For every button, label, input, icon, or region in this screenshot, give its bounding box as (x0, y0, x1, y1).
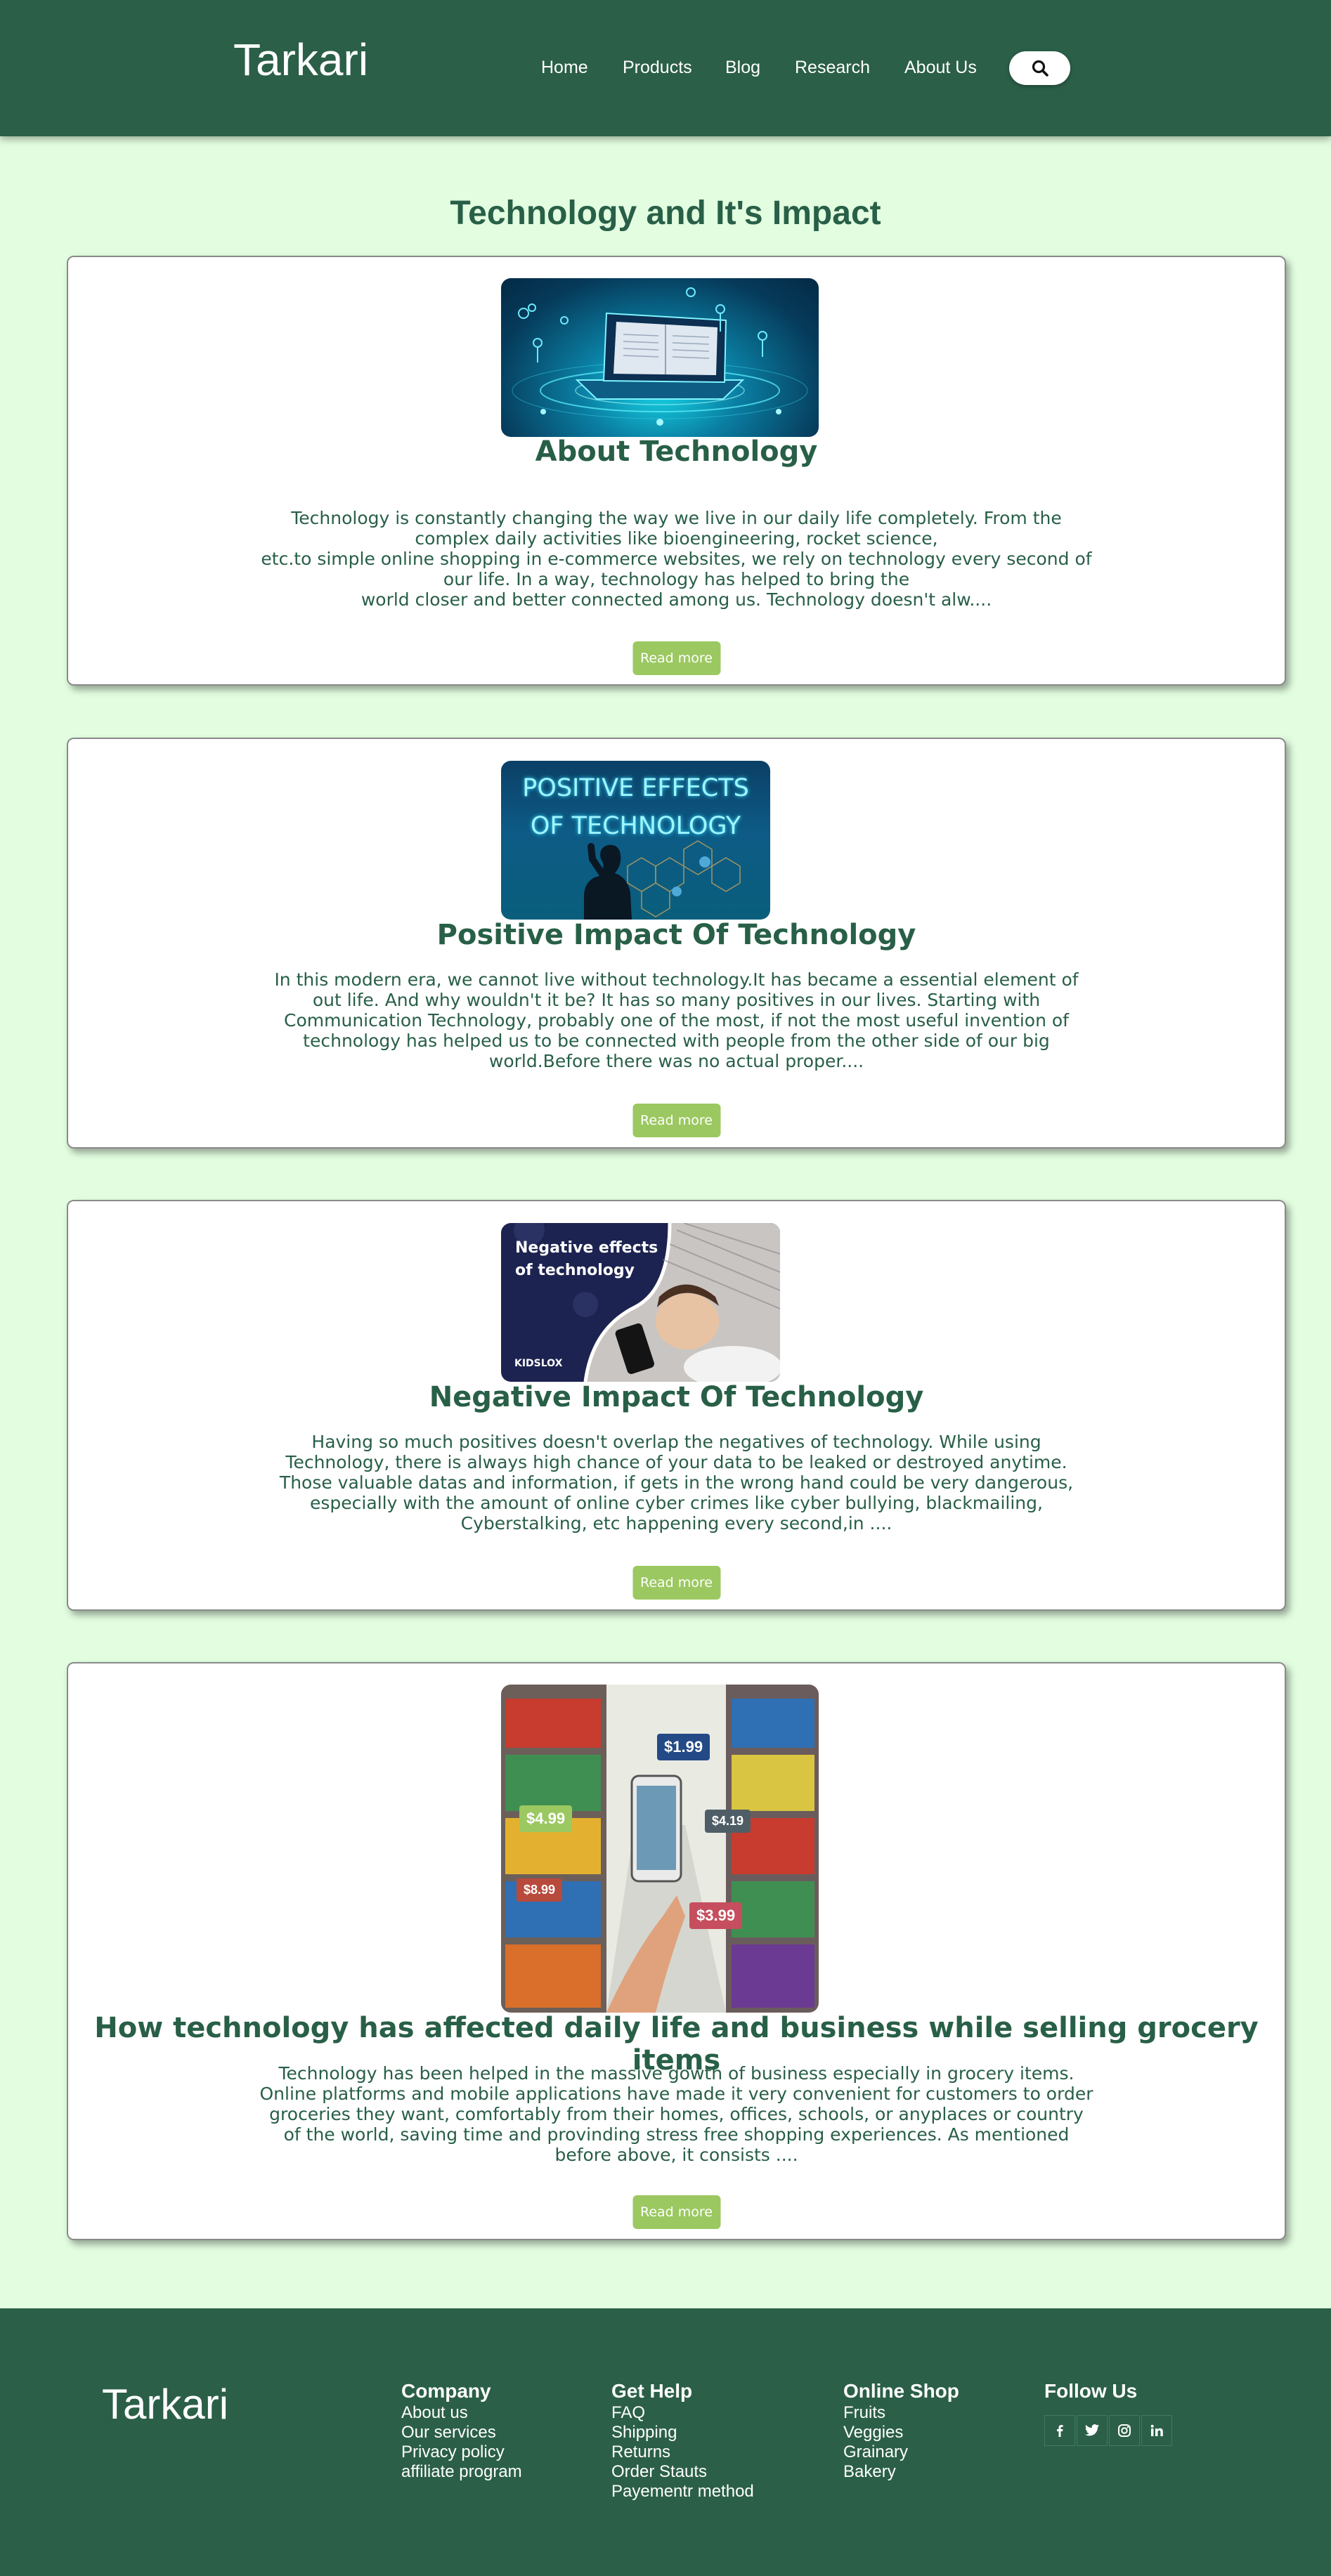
grocery-phone-image: $1.99 $4.99 $4.19 $8.99 $3.99 (501, 1685, 819, 2013)
negative-effects-image-text: Negative effects of technology (515, 1239, 658, 1279)
footer-link[interactable]: About us (401, 2403, 522, 2423)
nav-blog[interactable]: Blog (725, 58, 760, 78)
card-description-line: etc.to simple online shopping in e-comme… (261, 549, 1092, 589)
footer-link[interactable]: Shipping (611, 2423, 754, 2443)
nav-research[interactable]: Research (795, 58, 870, 78)
card-description: Technology has been helped in the massiv… (259, 2063, 1093, 2165)
page-title: Technology and It's Impact (450, 195, 881, 232)
article-card-positive-impact: POSITIVE EFFECTS OF TECHNOLOGY Positive … (67, 738, 1286, 1149)
price-tag: $4.99 (519, 1805, 573, 1832)
read-more-button[interactable]: Read more (632, 1566, 720, 1600)
about-technology-image (501, 278, 819, 437)
laptop-book-illustration (512, 287, 808, 426)
footer-link[interactable]: Privacy policy (401, 2443, 522, 2462)
instagram-icon[interactable] (1109, 2415, 1140, 2446)
footer-link[interactable]: affiliate program (401, 2462, 522, 2482)
article-card-grocery: $1.99 $4.99 $4.19 $8.99 $3.99 How techno… (67, 1662, 1286, 2240)
article-card-about-technology: About Technology Technology is constantl… (67, 256, 1286, 686)
footer-column-title: Follow Us (1044, 2380, 1138, 2402)
footer-logo[interactable]: Tarkari (102, 2380, 228, 2428)
nav-about-us[interactable]: About Us (904, 58, 977, 78)
price-tag: $4.19 (705, 1810, 751, 1833)
card-description: Having so much positives doesn't overlap… (279, 1432, 1074, 1534)
footer-column-get-help: Get Help FAQ Shipping Returns Order Stau… (611, 2380, 754, 2502)
price-tag: $1.99 (657, 1734, 710, 1760)
search-button[interactable] (1009, 51, 1070, 85)
footer-link[interactable]: Bakery (843, 2462, 959, 2482)
network-person-illustration (584, 840, 741, 920)
footer-link[interactable]: Our services (401, 2423, 522, 2443)
kidslox-logo: KIDSLOX (514, 1358, 563, 1369)
price-tag: $8.99 (517, 1878, 563, 1902)
footer-column-follow-us: Follow Us (1044, 2380, 1137, 2403)
nav-products[interactable]: Products (623, 58, 692, 78)
footer-link[interactable]: FAQ (611, 2403, 754, 2423)
card-title: About Technology (535, 436, 818, 468)
card-description: In this modern era, we cannot live witho… (274, 969, 1079, 1071)
linkedin-icon[interactable] (1141, 2415, 1172, 2446)
card-title: Negative Impact Of Technology (429, 1381, 924, 1413)
nav-home[interactable]: Home (541, 58, 588, 78)
card-title: Positive Impact Of Technology (436, 919, 916, 951)
site-footer: Tarkari Company About us Our services Pr… (0, 2308, 1331, 2576)
footer-link[interactable]: Fruits (843, 2403, 959, 2423)
twitter-icon[interactable] (1077, 2415, 1108, 2446)
article-card-negative-impact: Negative effects of technology KIDSLOX N… (67, 1200, 1286, 1611)
footer-link[interactable]: Grainary (843, 2443, 959, 2462)
card-description: Technology is constantly changing the wa… (259, 508, 1095, 610)
footer-column-title: Company (401, 2380, 491, 2402)
site-logo[interactable]: Tarkari (233, 34, 368, 86)
footer-column-online-shop: Online Shop Fruits Veggies Grainary Bake… (843, 2380, 959, 2482)
read-more-button[interactable]: Read more (632, 2195, 720, 2229)
price-tag: $3.99 (689, 1902, 743, 1929)
footer-link[interactable]: Order Stauts (611, 2462, 754, 2482)
footer-link[interactable]: Returns (611, 2443, 754, 2462)
site-header: Tarkari Home Products Blog Research Abou… (0, 0, 1331, 136)
negative-effects-image: Negative effects of technology KIDSLOX (501, 1223, 780, 1382)
card-description-line: Technology is constantly changing the wa… (291, 508, 1062, 549)
read-more-button[interactable]: Read more (632, 641, 720, 675)
read-more-button[interactable]: Read more (632, 1104, 720, 1137)
facebook-icon[interactable] (1044, 2415, 1075, 2446)
footer-column-company: Company About us Our services Privacy po… (401, 2380, 522, 2482)
social-links (1044, 2415, 1172, 2446)
footer-link[interactable]: Payementr method (611, 2482, 754, 2502)
footer-column-title: Get Help (611, 2380, 693, 2402)
search-icon (1032, 60, 1048, 77)
footer-link[interactable]: Veggies (843, 2423, 959, 2443)
card-description-line: world closer and better connected among … (361, 589, 992, 610)
footer-column-title: Online Shop (843, 2380, 959, 2402)
positive-effects-image: POSITIVE EFFECTS OF TECHNOLOGY (501, 761, 770, 920)
